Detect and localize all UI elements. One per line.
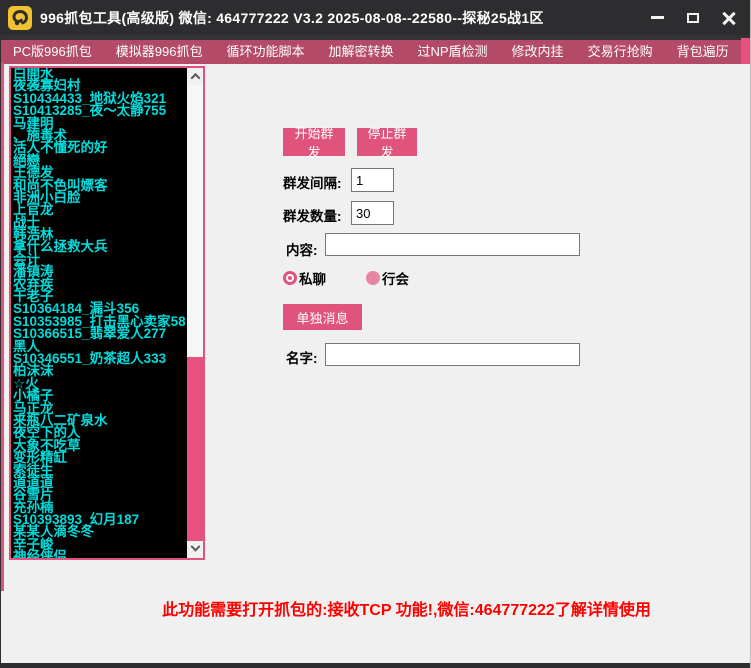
- radio-private-chat[interactable]: 私聊: [283, 268, 326, 288]
- tab-4[interactable]: 加解密转换: [316, 40, 405, 64]
- count-input[interactable]: [351, 201, 394, 225]
- tab-9[interactable]: 排行榜群发: [741, 38, 751, 66]
- player-name-list[interactable]: 白開水夜袭寡妇村S10434433_地狱火焰321S10413285_夜～太静7…: [13, 68, 185, 558]
- close-button[interactable]: [718, 7, 740, 29]
- app-window: 996抓包工具(高级版) 微信: 464777222 V3.2 2025-08-…: [0, 0, 751, 668]
- stop-broadcast-button[interactable]: 停止群发: [357, 128, 417, 156]
- tab-3[interactable]: 循环功能脚本: [214, 40, 316, 64]
- tab-5[interactable]: 过NP盾检测: [405, 40, 499, 64]
- tab-2[interactable]: 模拟器996抓包: [104, 40, 215, 64]
- minimize-icon: [651, 16, 664, 19]
- tab-6[interactable]: 修改内挂: [500, 40, 576, 64]
- list-item[interactable]: 神经侠侣: [13, 551, 185, 558]
- maximize-button[interactable]: [682, 7, 704, 29]
- radio-private-label: 私聊: [299, 268, 326, 288]
- chevron-up-icon: [190, 73, 200, 83]
- window-controls: [646, 0, 740, 35]
- window-title: 996抓包工具(高级版) 微信: 464777222 V3.2 2025-08-…: [40, 8, 544, 28]
- tab-1[interactable]: PC版996抓包: [1, 40, 104, 64]
- maximize-icon: [687, 13, 699, 23]
- name-label: 名字:: [286, 347, 318, 367]
- list-scrollbar[interactable]: [187, 68, 203, 558]
- radio-guild-chat[interactable]: 行会: [366, 268, 409, 288]
- chat-mode-radio-group: 私聊 行会: [283, 270, 409, 285]
- chevron-down-icon: [190, 542, 200, 552]
- panel-left-accent: [1, 63, 4, 591]
- tab-strip: PC版996抓包模拟器996抓包循环功能脚本加解密转换过NP盾检测修改内挂交易行…: [1, 40, 751, 64]
- close-icon: [722, 11, 736, 25]
- name-input[interactable]: [325, 343, 580, 366]
- scrollbar-thumb[interactable]: [187, 357, 203, 542]
- content-label: 内容:: [286, 239, 318, 259]
- content-input[interactable]: [325, 233, 580, 256]
- radio-selected-icon: [283, 271, 297, 285]
- app-logo-icon: [8, 6, 32, 30]
- single-message-button[interactable]: 单独消息: [283, 304, 362, 330]
- titlebar: 996抓包工具(高级版) 微信: 464777222 V3.2 2025-08-…: [1, 0, 751, 35]
- scroll-up-button[interactable]: [187, 68, 203, 85]
- minimize-button[interactable]: [646, 7, 668, 29]
- interval-label: 群发间隔:: [283, 172, 342, 192]
- tab-bar: PC版996抓包模拟器996抓包循环功能脚本加解密转换过NP盾检测修改内挂交易行…: [1, 35, 751, 64]
- start-broadcast-button[interactable]: 开始群发: [283, 128, 345, 156]
- count-label: 群发数量:: [283, 205, 342, 225]
- tab-8[interactable]: 背包遍历: [665, 40, 741, 64]
- window-bottom-edge: [1, 663, 751, 668]
- player-list-panel: 白開水夜袭寡妇村S10434433_地狱火焰321S10413285_夜～太静7…: [9, 66, 205, 560]
- tab-7[interactable]: 交易行抢购: [576, 40, 665, 64]
- scroll-down-button[interactable]: [187, 541, 203, 558]
- bottom-notice: 此功能需要打开抓包的:接收TCP 功能!,微信:464777222了解详情使用: [61, 596, 751, 620]
- radio-unselected-icon: [366, 271, 380, 285]
- radio-guild-label: 行会: [382, 268, 409, 288]
- interval-input[interactable]: [351, 168, 394, 192]
